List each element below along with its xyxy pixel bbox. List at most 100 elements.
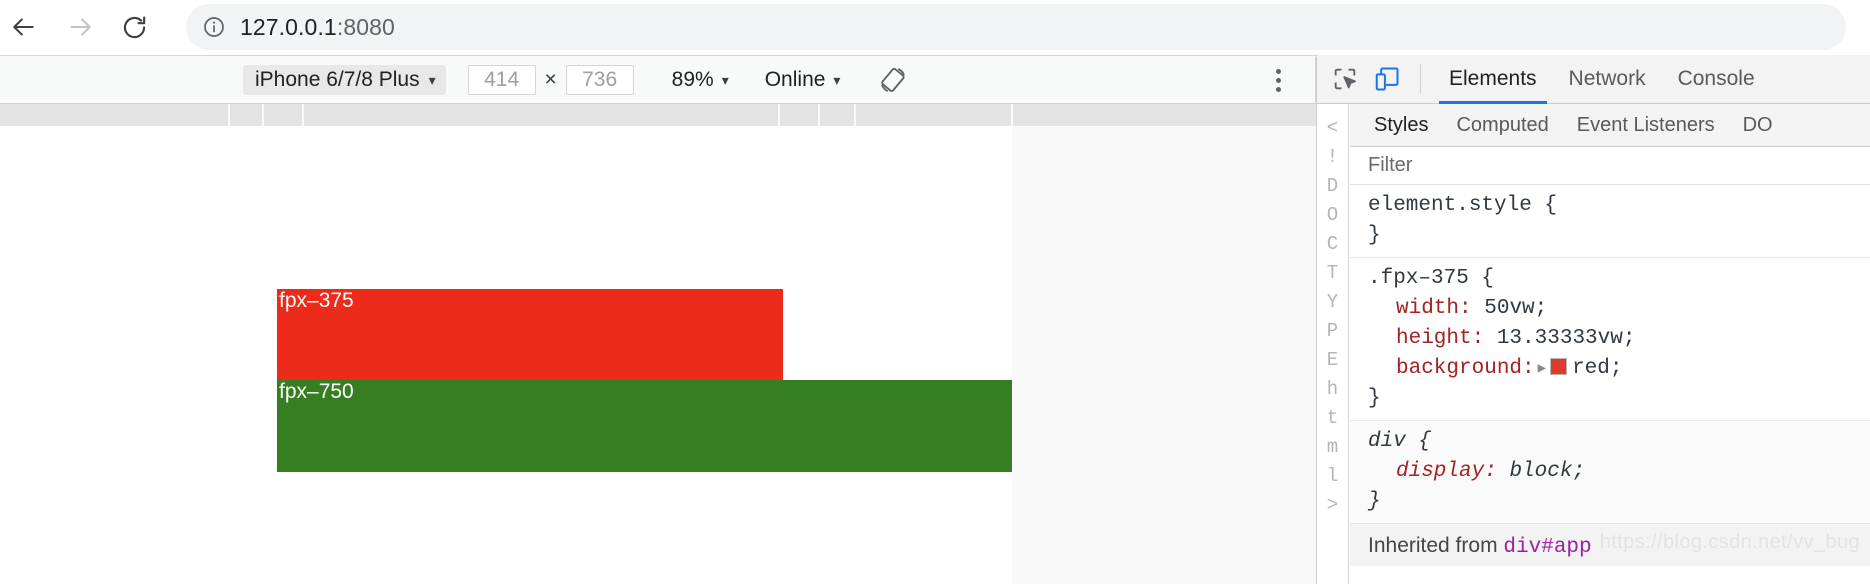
css-declaration[interactable]: display: block;: [1368, 457, 1870, 487]
devtools-panel: Elements Network Console < ! D O C T Y P…: [1316, 55, 1870, 584]
dom-char: !: [1326, 146, 1339, 168]
device-preset-select[interactable]: iPhone 6/7/8 Plus ▾: [243, 64, 446, 95]
css-rule-div[interactable]: div { display: block; }: [1350, 421, 1870, 524]
css-value: block;: [1509, 460, 1586, 483]
zoom-select[interactable]: 89% ▾: [672, 68, 729, 92]
dom-char: T: [1326, 262, 1339, 284]
dom-char: D: [1326, 175, 1339, 197]
tab-elements[interactable]: Elements: [1433, 55, 1553, 104]
viewport-height-value: 736: [582, 67, 618, 91]
dom-char: Y: [1326, 291, 1339, 313]
reload-button[interactable]: [112, 5, 156, 49]
reload-icon: [123, 16, 145, 38]
tab-styles[interactable]: Styles: [1360, 104, 1442, 147]
ruler-tick: [262, 104, 264, 126]
more-options-icon: [1275, 86, 1281, 92]
ruler-tick: [818, 104, 820, 126]
ruler-tick: [228, 104, 230, 126]
css-property: width:: [1396, 297, 1472, 320]
tab-event-listeners[interactable]: Event Listeners: [1563, 104, 1729, 147]
chevron-down-icon: ▾: [721, 71, 729, 88]
emulated-viewport[interactable]: fpx–375 fpx–750: [0, 126, 1012, 584]
css-selector: div {: [1368, 430, 1432, 453]
styles-filter-input[interactable]: Filter: [1350, 147, 1870, 185]
viewport-top-spacer: [0, 126, 1012, 289]
address-bar[interactable]: 127.0.0.1:8080: [186, 4, 1846, 50]
css-rule-element-style[interactable]: element.style { }: [1350, 185, 1870, 258]
url-host: 127.0.0.1: [240, 13, 337, 40]
more-options-icon: [1275, 68, 1281, 74]
tab-styles-label: Styles: [1374, 113, 1429, 136]
info-circle-icon: [204, 17, 224, 37]
box-fpx-750[interactable]: fpx–750: [277, 380, 1012, 472]
more-options-icon: [1275, 77, 1281, 83]
tab-console[interactable]: Console: [1662, 55, 1771, 104]
viewport-width-input[interactable]: 414: [467, 64, 536, 95]
dom-tree-sliver[interactable]: < ! D O C T Y P E h t m l >: [1317, 104, 1349, 584]
device-preset-label: iPhone 6/7/8 Plus: [255, 67, 420, 91]
tab-dom-breakpoints[interactable]: DO: [1729, 104, 1787, 147]
devtools-tabbar: Elements Network Console: [1317, 55, 1870, 104]
tab-computed[interactable]: Computed: [1442, 104, 1562, 147]
rotate-device-button[interactable]: [876, 63, 910, 97]
url-text: 127.0.0.1:8080: [240, 14, 395, 41]
color-swatch[interactable]: [1550, 358, 1568, 375]
browser-toolbar: 127.0.0.1:8080: [0, 0, 1870, 55]
viewport-height-input[interactable]: 736: [565, 64, 634, 95]
dom-char: >: [1326, 494, 1339, 516]
css-value: red;: [1572, 357, 1623, 380]
toggle-device-toolbar-icon: [1375, 67, 1399, 91]
dom-char: E: [1326, 349, 1339, 371]
css-declaration[interactable]: height: 13.33333vw;: [1368, 324, 1870, 354]
expand-triangle-icon[interactable]: ▶: [1538, 354, 1546, 384]
tab-event-listeners-label: Event Listeners: [1576, 113, 1715, 136]
device-toolbar-more-button[interactable]: [1262, 64, 1294, 96]
tab-computed-label: Computed: [1456, 113, 1549, 136]
network-throttle-select[interactable]: Online ▾: [765, 68, 841, 92]
browser-window: 127.0.0.1:8080 iPhone 6/7/8 Plus ▾ 414 ×…: [0, 0, 1870, 584]
css-value: 13.33333vw;: [1496, 327, 1636, 350]
tab-console-label: Console: [1677, 67, 1755, 90]
dimension-separator: ×: [544, 67, 557, 91]
css-property: display:: [1396, 460, 1497, 483]
dom-char: P: [1326, 320, 1339, 342]
dom-char: C: [1326, 233, 1339, 255]
css-rule-fpx-375[interactable]: .fpx–375 { width: 50vw; height: 13.33333…: [1350, 258, 1870, 421]
zoom-label: 89%: [671, 67, 714, 91]
css-declaration[interactable]: width: 50vw;: [1368, 294, 1870, 324]
box-fpx-375[interactable]: fpx–375: [277, 289, 783, 380]
tab-network[interactable]: Network: [1553, 55, 1662, 104]
dom-char: O: [1326, 204, 1339, 226]
arrow-left-icon: [13, 18, 34, 36]
css-rule-close: }: [1368, 224, 1381, 247]
dom-char: t: [1326, 407, 1339, 429]
inherited-from-row: Inherited from div#app: [1350, 524, 1870, 566]
css-selector: .fpx–375 {: [1368, 267, 1495, 290]
css-declaration[interactable]: background: ▶ red;: [1368, 354, 1870, 384]
tab-dom-breakpoints-label: DO: [1742, 113, 1773, 136]
arrow-right-icon: [70, 18, 91, 36]
rotate-device-icon: [881, 67, 906, 92]
dom-char: m: [1326, 436, 1339, 458]
dom-char: h: [1326, 378, 1339, 400]
devtools-tabbar-divider: [1420, 64, 1421, 94]
network-throttle-label: Online: [764, 67, 826, 91]
box-fpx-375-label: fpx–375: [279, 289, 354, 312]
chevron-down-icon: ▾: [428, 71, 436, 88]
styles-filter-placeholder: Filter: [1368, 154, 1413, 176]
viewport-ruler: [0, 104, 1316, 126]
back-button[interactable]: [2, 5, 46, 49]
inspect-element-icon: [1334, 68, 1356, 90]
ruler-tick: [778, 104, 780, 126]
toggle-device-toolbar-button[interactable]: [1366, 58, 1408, 100]
forward-button[interactable]: [58, 5, 102, 49]
css-property: background:: [1396, 357, 1535, 380]
css-rule-close: }: [1368, 490, 1381, 513]
dom-char: <: [1326, 117, 1339, 139]
dom-char: l: [1326, 465, 1339, 487]
emulated-page-stage: fpx–375 fpx–750: [0, 104, 1316, 584]
viewport-width-value: 414: [484, 67, 520, 91]
inspect-element-button[interactable]: [1324, 58, 1366, 100]
inherited-from-target: div#app: [1503, 536, 1592, 559]
site-info-icon[interactable]: [202, 15, 226, 39]
